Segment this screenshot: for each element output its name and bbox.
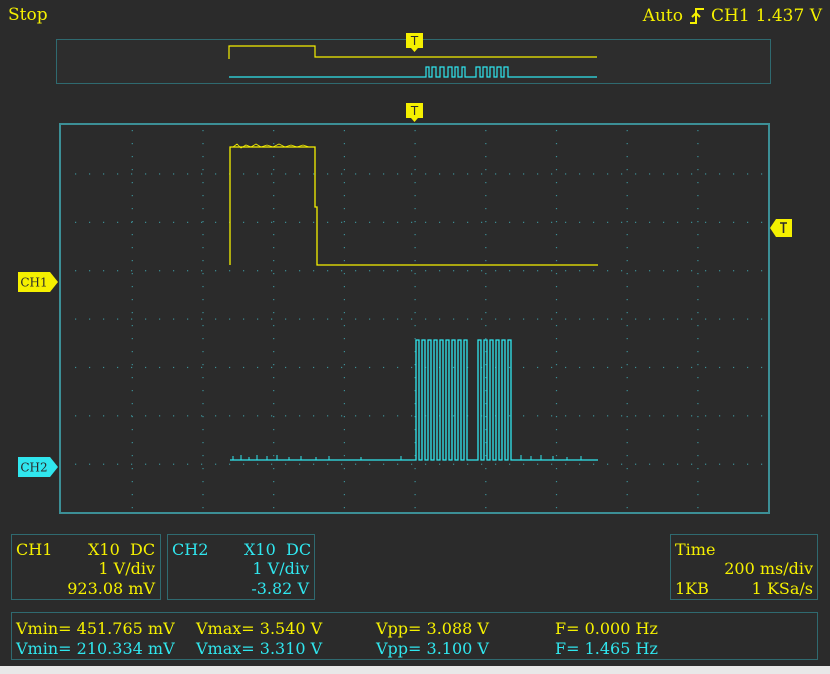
ch1-vmin: Vmin= 451.765 mV xyxy=(16,619,175,638)
ch2-coupling: DC xyxy=(286,540,312,559)
bottom-border xyxy=(0,666,830,674)
ch2-probe: X10 xyxy=(244,540,276,559)
ch1-name: CH1 xyxy=(16,540,53,559)
ch2-vmin: Vmin= 210.334 mV xyxy=(16,639,175,658)
trigger-info: Auto CH1 1.437 V xyxy=(643,6,822,26)
ch2-frequency: F= 1.465 Hz xyxy=(555,639,658,658)
ch1-coupling: DC xyxy=(130,540,156,559)
measurements-panel[interactable]: Vmin= 451.765 mV Vmax= 3.540 V Vpp= 3.08… xyxy=(11,612,818,660)
ch1-vmax: Vmax= 3.540 V xyxy=(196,619,323,638)
timebase-panel[interactable]: Time 200 ms/div 1KB 1 KSa/s xyxy=(670,534,818,600)
ch2-vmax: Vmax= 3.310 V xyxy=(196,639,323,658)
ch2-scale: 1 V/div xyxy=(252,559,309,578)
acquisition-status: Stop xyxy=(8,5,48,25)
ch2-trace-noise xyxy=(232,455,582,460)
ch1-vpp: Vpp= 3.088 V xyxy=(376,619,489,638)
overview-trigger-marker-label: T xyxy=(410,34,419,48)
ch1-probe: X10 xyxy=(88,540,120,559)
ch1-offset: 923.08 mV xyxy=(67,579,155,598)
timebase-scale: 200 ms/div xyxy=(724,559,813,578)
sample-rate: 1 KSa/s xyxy=(751,579,813,598)
timebase-title: Time xyxy=(675,540,716,559)
ch1-level-marker[interactable]: CH1 xyxy=(18,272,58,292)
trigger-level-marker[interactable] xyxy=(770,219,792,237)
ch1-scale: 1 V/div xyxy=(98,559,155,578)
ch2-level-marker-label: CH2 xyxy=(20,461,47,475)
overview-trigger-marker[interactable]: T xyxy=(406,33,423,52)
ch2-offset: -3.82 V xyxy=(251,579,309,598)
waveform-traces xyxy=(229,143,598,461)
memory-depth: 1KB xyxy=(675,579,709,598)
ch2-level-marker[interactable]: CH2 xyxy=(18,457,58,477)
trigger-channel: CH1 xyxy=(710,6,750,26)
ch1-trace xyxy=(229,146,598,266)
trigger-position-marker-label: T xyxy=(410,104,419,118)
trigger-level: 1.437 V xyxy=(755,6,822,26)
waveform-display[interactable] xyxy=(59,123,770,514)
trigger-mode: Auto xyxy=(642,6,683,26)
ch2-trace xyxy=(230,339,598,461)
overview-ch2-trace xyxy=(229,66,597,78)
trigger-position-marker[interactable]: T xyxy=(406,103,423,122)
rising-edge-icon xyxy=(689,8,704,24)
ch2-settings-panel[interactable]: CH2 X10 DC 1 V/div -3.82 V xyxy=(167,534,315,600)
ch2-name: CH2 xyxy=(172,540,209,559)
ch1-level-marker-label: CH1 xyxy=(20,276,47,290)
ch1-frequency: F= 0.000 Hz xyxy=(555,619,658,638)
ch2-vpp: Vpp= 3.100 V xyxy=(376,639,489,658)
ch1-settings-panel[interactable]: CH1 X10 DC 1 V/div 923.08 mV xyxy=(11,534,161,600)
